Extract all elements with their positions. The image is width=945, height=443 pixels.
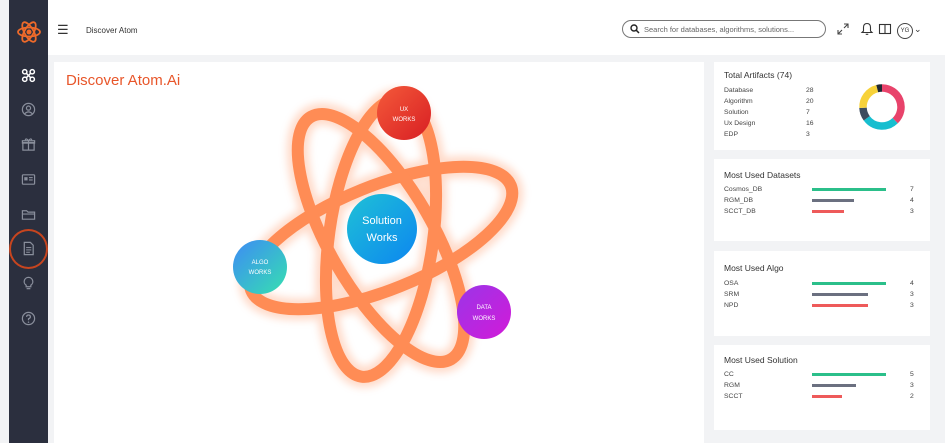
search-input[interactable]	[644, 22, 819, 36]
hamburger-menu-icon[interactable]: ☰	[57, 23, 69, 36]
algo-label-1: ALGO	[252, 260, 269, 266]
bell-icon[interactable]	[860, 22, 874, 36]
usage-value: 2	[910, 393, 914, 400]
usage-row: OSA 4	[724, 278, 924, 289]
artifact-value: 16	[806, 120, 814, 127]
usage-label: SRM	[724, 291, 740, 298]
usage-label: RGM_DB	[724, 197, 754, 204]
usage-row: RGM 3	[724, 380, 924, 391]
user-circle-icon[interactable]	[21, 102, 36, 117]
gift-icon[interactable]	[21, 137, 36, 152]
usage-value: 3	[910, 291, 914, 298]
card-title: Most Used Solution	[724, 355, 798, 365]
search-icon	[630, 24, 640, 34]
artifact-label: Database	[724, 87, 754, 94]
center-label-1: Solution	[362, 215, 402, 227]
search-box[interactable]	[622, 20, 826, 38]
usage-bar	[812, 210, 844, 213]
usage-value: 3	[910, 208, 914, 215]
id-card-icon[interactable]	[21, 172, 36, 187]
document-icon[interactable]	[21, 241, 36, 256]
algo-label-2: WORKS	[249, 270, 272, 276]
card-title: Most Used Algo	[724, 263, 784, 273]
donut-slice	[859, 107, 870, 121]
donut-slice	[859, 84, 879, 108]
usage-label: Cosmos_DB	[724, 186, 763, 193]
chevron-down-icon[interactable]: ⌄	[914, 24, 922, 35]
artifact-label: Algorithm	[724, 98, 753, 105]
usage-row: SCCT_DB 3	[724, 206, 924, 217]
help-icon[interactable]	[21, 311, 36, 326]
usage-bar	[812, 188, 886, 191]
folder-icon[interactable]	[21, 207, 36, 222]
usage-value: 3	[910, 302, 914, 309]
lightbulb-icon[interactable]	[21, 276, 36, 291]
most-used-algo-card: Most Used Algo OSA 4 SRM 3 NPD 3	[714, 251, 930, 336]
artifact-value: 28	[806, 87, 814, 94]
usage-bar	[812, 384, 856, 387]
usage-row: SRM 3	[724, 289, 924, 300]
ux-label-1: UX	[400, 107, 408, 113]
avatar[interactable]: YG	[897, 23, 913, 39]
usage-value: 4	[910, 197, 914, 204]
solution-works-node[interactable]: Solution Works	[347, 194, 417, 264]
usage-label: NPD	[724, 302, 739, 309]
donut-slice	[876, 84, 883, 93]
card-title: Most Used Datasets	[724, 170, 801, 180]
breadcrumb: Discover Atom	[86, 26, 138, 35]
most-used-datasets-card: Most Used Datasets Cosmos_DB 7 RGM_DB 4 SCCT…	[714, 159, 930, 241]
total-artifacts-card: Total Artifacts (74) Database 28 Algorithm…	[714, 62, 930, 150]
donut-slice	[881, 84, 905, 124]
data-label-2: WORKS	[473, 316, 496, 322]
usage-label: CC	[724, 371, 734, 378]
usage-bar	[812, 395, 842, 398]
sidebar	[9, 0, 48, 443]
usage-row: SCCT 2	[724, 391, 924, 402]
algo-works-node[interactable]: ALGO WORKS	[233, 240, 287, 294]
most-used-solution-card: Most Used Solution CC 5 RGM 3 SCCT 2	[714, 345, 930, 430]
ux-works-node[interactable]: UX WORKS	[377, 86, 431, 140]
artifacts-donut-chart	[859, 84, 905, 130]
usage-label: RGM	[724, 382, 740, 389]
usage-bar	[812, 282, 886, 285]
artifact-value: 20	[806, 98, 814, 105]
usage-value: 7	[910, 186, 914, 193]
expand-icon[interactable]	[836, 22, 850, 36]
ux-label-2: WORKS	[393, 117, 416, 123]
book-icon[interactable]	[878, 22, 892, 36]
usage-row: NPD 3	[724, 300, 924, 311]
usage-label: SCCT	[724, 393, 743, 400]
center-label-2: Works	[367, 232, 398, 244]
data-works-node[interactable]: DATA WORKS	[457, 285, 511, 339]
top-bar: ☰ Discover Atom YG ⌄	[48, 0, 945, 55]
atom-diagram: Solution Works UX WORKS ALGO WORKS DATA …	[233, 86, 524, 388]
usage-row: Cosmos_DB 7	[724, 184, 924, 195]
artifact-value: 3	[806, 131, 810, 138]
usage-bar	[812, 304, 868, 307]
data-label-1: DATA	[476, 305, 491, 311]
usage-label: SCCT_DB	[724, 208, 756, 215]
usage-bar	[812, 293, 868, 296]
usage-row: CC 5	[724, 369, 924, 380]
usage-label: OSA	[724, 280, 739, 287]
usage-bar	[812, 199, 854, 202]
artifact-label: Solution	[724, 109, 749, 116]
artifact-label: Ux Design	[724, 120, 756, 127]
card-title: Total Artifacts (74)	[724, 70, 793, 80]
usage-value: 5	[910, 371, 914, 378]
usage-bar	[812, 373, 886, 376]
artifact-label: EDP	[724, 131, 738, 138]
usage-value: 4	[910, 280, 914, 287]
molecule-icon[interactable]	[21, 68, 36, 83]
atom-logo-icon[interactable]	[17, 20, 41, 44]
usage-value: 3	[910, 382, 914, 389]
donut-slice	[863, 115, 898, 130]
discover-panel: Discover Atom.Ai Solution Works UX WORKS…	[54, 62, 704, 443]
usage-row: RGM_DB 4	[724, 195, 924, 206]
artifact-value: 7	[806, 109, 810, 116]
